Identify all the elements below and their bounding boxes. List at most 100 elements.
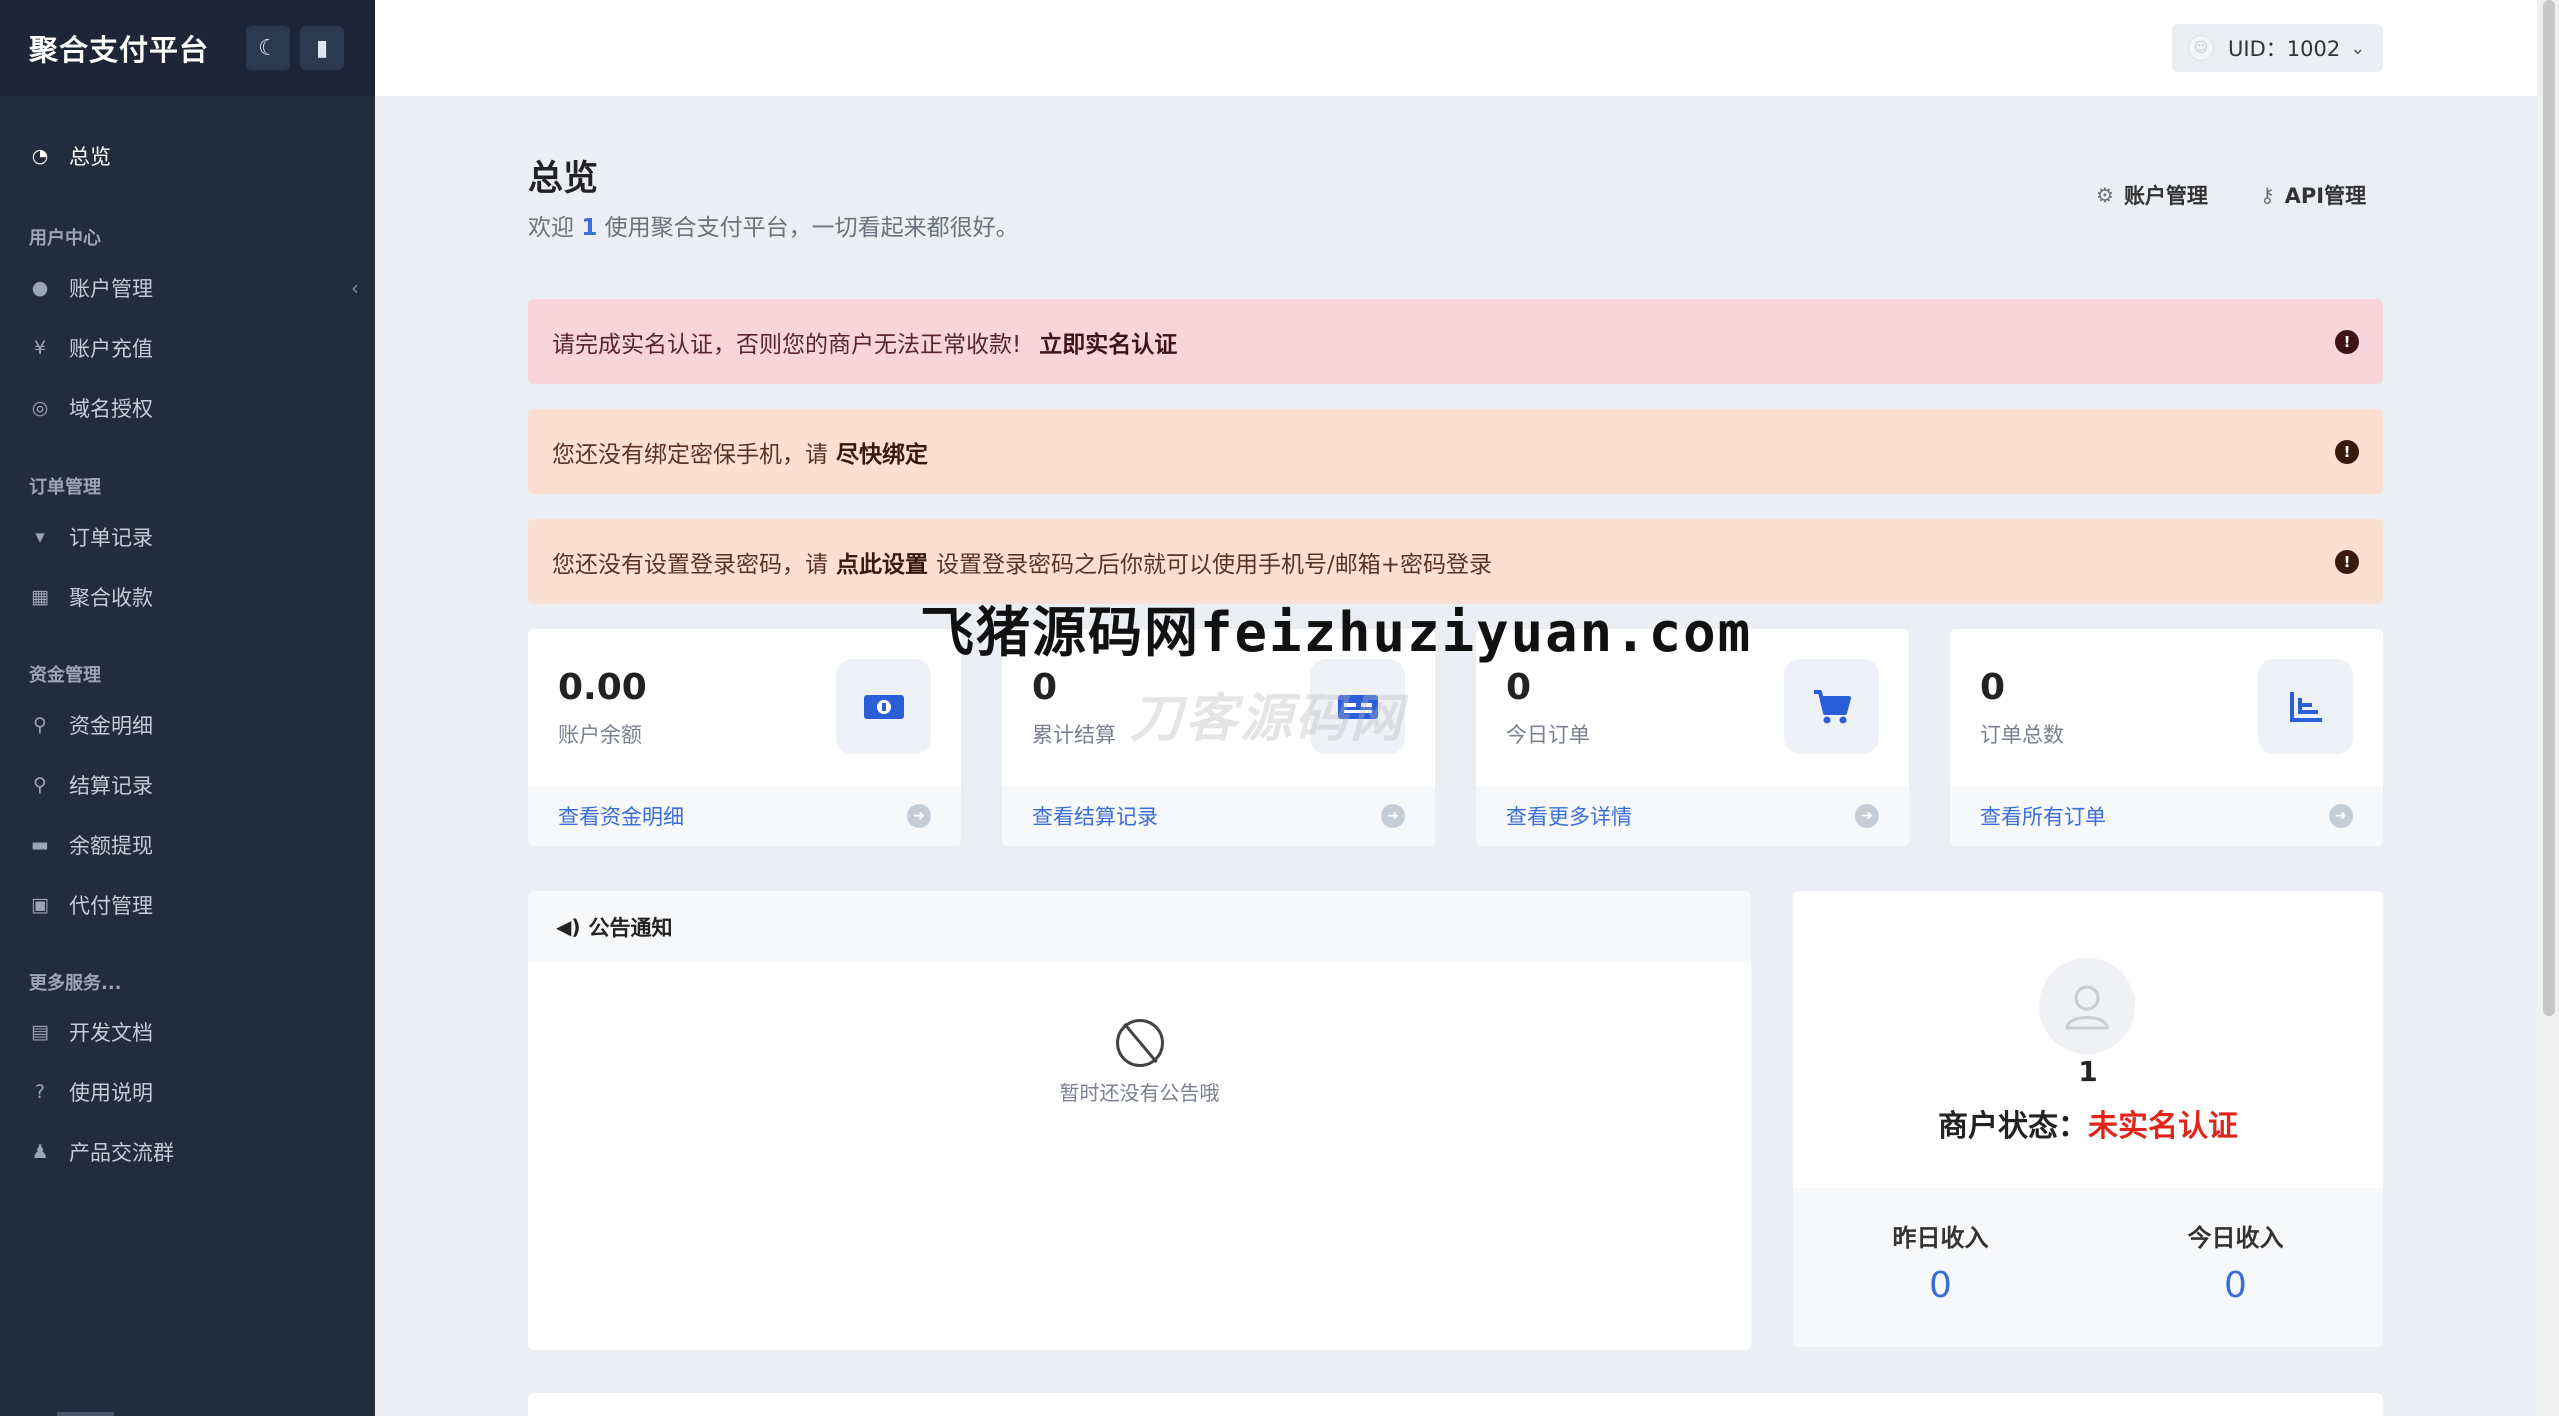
watermark-main: 飞猪源码网feizhuziyuan.com (920, 601, 1753, 664)
money-bill-icon (836, 659, 931, 754)
sidebar-item-label: 代付管理 (69, 894, 153, 918)
sidebar-scrollbar[interactable] (57, 1412, 114, 1416)
merchant-name: 1 (2078, 1055, 2098, 1088)
realname-link[interactable]: 立即实名认证 (1039, 325, 1177, 359)
stat-card-total-orders: 0 订单总数 查看所有订单 ➜ (1950, 629, 2383, 846)
key-icon: ⚷ (2260, 183, 2275, 207)
avatar: ☺ (2188, 35, 2214, 61)
sidebar-item-account-manage[interactable]: ● 账户管理 ‹ (29, 268, 359, 308)
stat-label: 今日订单 (1506, 723, 1590, 747)
dark-mode-button[interactable]: ☾ (246, 26, 290, 70)
stat-link-label: 查看资金明细 (558, 805, 684, 829)
gears-icon: ⚙ (2096, 183, 2114, 207)
dashboard-icon: ◔ (31, 145, 49, 167)
sidebar-item-domain-auth[interactable]: ◎ 域名授权 (29, 388, 359, 428)
sidebar-item-label: 账户管理 (69, 277, 153, 301)
account-manage-link[interactable]: ⚙ 账户管理 (2096, 180, 2208, 210)
welcome-text: 欢迎 1 使用聚合支付平台，一切看起来都很好。 (528, 208, 1019, 242)
yen-icon: ¥ (33, 337, 47, 359)
notice-header: ◀) 公告通知 (528, 891, 1751, 962)
globe-icon: ◎ (31, 397, 49, 419)
account-manage-label: 账户管理 (2123, 184, 2208, 208)
exclamation-icon: ! (2335, 439, 2359, 464)
stat-value: 0 (1980, 667, 2006, 708)
stat-link[interactable]: 查看资金明细 ➜ (528, 786, 961, 846)
sidebar-item-dev-docs[interactable]: ▤ 开发文档 (29, 1012, 359, 1052)
api-manage-label: API管理 (2284, 184, 2367, 208)
exclamation-icon: ! (2335, 329, 2359, 354)
cart-icon: ▾ (35, 526, 45, 548)
stat-value: 0 (1506, 667, 1532, 708)
stat-label: 累计结算 (1032, 723, 1116, 747)
sidebar-item-label: 账户充值 (69, 337, 153, 361)
money-icon: ▣ (31, 894, 49, 916)
section-order-manage: 订单管理 (29, 477, 101, 498)
sidebar-item-label: 开发文档 (69, 1021, 153, 1045)
shopping-cart-icon (1784, 659, 1879, 754)
sidebar-item-fund-details[interactable]: ⚲ 资金明细 (29, 705, 359, 745)
bind-phone-link[interactable]: 尽快绑定 (836, 435, 928, 469)
sidebar-item-overview[interactable]: ◔ 总览 (29, 136, 359, 176)
moon-icon: ☾ (258, 35, 278, 61)
notice-empty-text: 暂时还没有公告哦 (1059, 1081, 1220, 1105)
stat-label: 订单总数 (1980, 723, 2064, 747)
stat-link-label: 查看更多详情 (1506, 805, 1632, 829)
arrow-circle-right-icon: ➜ (1855, 804, 1879, 828)
sidebar-item-order-records[interactable]: ▾ 订单记录 (29, 517, 359, 557)
bar-chart-icon (2258, 659, 2353, 754)
qrcode-icon: ▦ (31, 586, 49, 608)
pin-icon: ▮ (315, 35, 329, 61)
sidebar-item-label: 使用说明 (69, 1081, 153, 1105)
scrollbar-thumb[interactable] (2543, 0, 2555, 1016)
book-icon: ▤ (31, 1021, 49, 1043)
notice-panel: ◀) 公告通知 暂时还没有公告哦 (528, 891, 1751, 1350)
stat-link[interactable]: 查看结算记录 ➜ (1002, 786, 1435, 846)
alert-text: 您还没有设置登录密码，请 (552, 551, 828, 578)
today-income-value: 0 (2224, 1265, 2247, 1306)
api-manage-link[interactable]: ⚷ API管理 (2260, 180, 2366, 210)
section-more-services: 更多服务... (29, 973, 122, 994)
user-menu-button[interactable]: ☺ UID：1002 ⌄ (2172, 24, 2383, 72)
section-fund-manage: 资金管理 (29, 665, 101, 686)
welcome-prefix: 欢迎 (528, 215, 582, 241)
brand-logo[interactable]: 聚合支付平台 (29, 27, 209, 69)
yesterday-income-value: 0 (1929, 1265, 1952, 1306)
pin-sidebar-button[interactable]: ▮ (300, 26, 344, 70)
user-icon: ● (31, 277, 49, 299)
status-value[interactable]: 未实名认证 (2088, 1109, 2238, 1144)
sidebar-item-settlement-records[interactable]: ⚲ 结算记录 (29, 765, 359, 805)
alert-text: 您还没有绑定密保手机，请 (552, 441, 828, 468)
notice-title: 公告通知 (588, 915, 673, 940)
yesterday-income-label: 昨日收入 (1892, 1224, 1989, 1252)
next-panel-edge (528, 1393, 2383, 1416)
sidebar-item-label: 结算记录 (69, 774, 153, 798)
question-icon: ? (34, 1081, 46, 1103)
stat-label: 账户余额 (558, 723, 642, 747)
ban-icon (1115, 1019, 1164, 1067)
sidebar-item-aggregate-pay[interactable]: ▦ 聚合收款 (29, 577, 359, 617)
sidebar-item-usage-guide[interactable]: ? 使用说明 (29, 1072, 359, 1112)
status-label: 商户状态： (1938, 1109, 2088, 1144)
alert-tail-text: 设置登录密码之后你就可以使用手机号/邮箱+密码登录 (936, 551, 1493, 578)
uid-label: UID：1002 (2228, 37, 2341, 61)
sidebar-item-label: 域名授权 (69, 397, 153, 421)
speaker-icon: ◀) (556, 914, 581, 939)
sidebar-item-label: 产品交流群 (69, 1141, 174, 1165)
search-icon: ⚲ (33, 774, 47, 796)
page-scrollbar[interactable] (2537, 0, 2559, 1416)
stat-link[interactable]: 查看所有订单 ➜ (1950, 786, 2383, 846)
stat-value: 0 (1032, 667, 1058, 708)
search-dollar-icon: ⚲ (33, 714, 47, 736)
stat-link[interactable]: 查看更多详情 ➜ (1476, 786, 1909, 846)
sidebar-item-balance-withdraw[interactable]: ▬ 余额提现 (29, 825, 359, 865)
welcome-user: 1 (581, 215, 598, 241)
set-password-link[interactable]: 点此设置 (836, 545, 928, 579)
watermark-faint: 刀客源码网 (1130, 689, 1406, 749)
sidebar-item-account-recharge[interactable]: ¥ 账户充值 (29, 328, 359, 368)
chevron-down-icon: ⌄ (2350, 37, 2366, 59)
sidebar-item-payout-manage[interactable]: ▣ 代付管理 (29, 885, 359, 925)
merchant-status: 商户状态：未实名认证 (1793, 1101, 2383, 1145)
today-income: 今日收入 0 (2088, 1188, 2383, 1306)
sidebar-item-product-group[interactable]: ♟ 产品交流群 (29, 1132, 359, 1172)
today-income-label: 今日收入 (2187, 1224, 2284, 1252)
